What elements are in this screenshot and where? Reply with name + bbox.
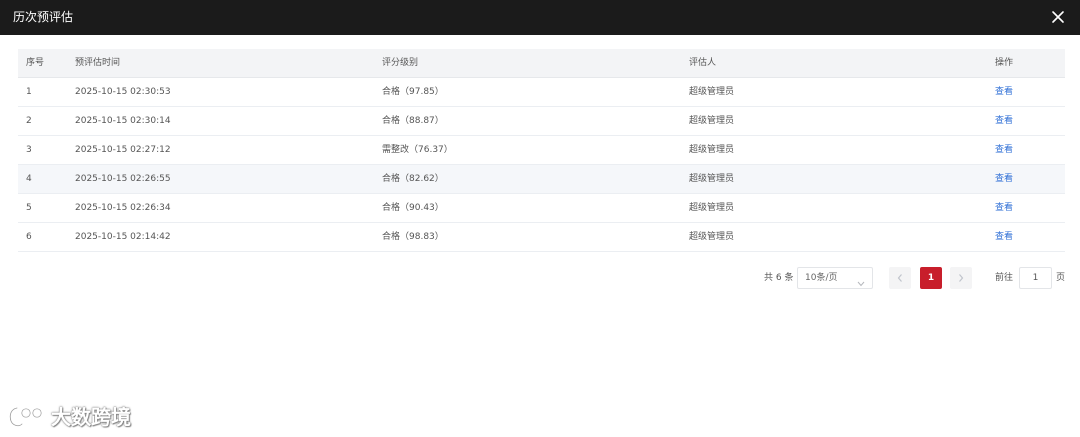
row-grade: 合格（97.85） [382, 87, 444, 97]
row-time: 2025-10-15 02:14:42 [75, 232, 171, 242]
chevron-down-icon [857, 275, 865, 295]
chevron-right-icon [959, 274, 964, 282]
row-time: 2025-10-15 02:30:14 [75, 116, 171, 126]
row-assessor: 超级管理员 [689, 203, 735, 213]
watermark-logo-icon [8, 406, 43, 427]
row-index: 3 [26, 145, 32, 155]
view-link[interactable]: 查看 [995, 165, 1013, 194]
table-header: 序号 预评估时间 评分级别 评估人 操作 [18, 49, 1065, 78]
watermark-text: 大数跨境 [51, 405, 131, 429]
next-page-button[interactable] [950, 267, 972, 289]
row-grade: 合格（90.43） [382, 203, 444, 213]
row-assessor: 超级管理员 [689, 174, 735, 184]
pagination: 共 6 条 10条/页 1 前往 页 [0, 266, 1080, 290]
row-index: 4 [26, 174, 32, 184]
close-icon[interactable] [1050, 9, 1066, 25]
column-header-time: 预评估时间 [75, 58, 121, 68]
row-time: 2025-10-15 02:27:12 [75, 145, 171, 155]
view-link[interactable]: 查看 [995, 194, 1013, 223]
row-assessor: 超级管理员 [689, 145, 735, 155]
row-grade: 合格（82.62） [382, 174, 444, 184]
row-time: 2025-10-15 02:26:34 [75, 203, 171, 213]
chevron-left-icon [897, 274, 902, 282]
column-header-action: 操作 [995, 58, 1014, 68]
row-time: 2025-10-15 02:26:55 [75, 174, 171, 184]
row-time: 2025-10-15 02:30:53 [75, 87, 171, 97]
row-grade: 合格（98.83） [382, 232, 444, 242]
column-header-index: 序号 [26, 58, 45, 68]
row-assessor: 超级管理员 [689, 116, 735, 126]
page-size-value: 10条/页 [805, 273, 838, 283]
table-row: 3 2025-10-15 02:27:12 需整改（76.37） 超级管理员 查… [18, 136, 1065, 165]
history-assessment-dialog: 历次预评估 序号 预评估时间 评分级别 评估人 操作 1 2025-10-15 … [0, 0, 1080, 437]
table-row: 5 2025-10-15 02:26:34 合格（90.43） 超级管理员 查看 [18, 194, 1065, 223]
column-header-grade: 评分级别 [382, 58, 419, 68]
view-link[interactable]: 查看 [995, 78, 1013, 107]
view-link[interactable]: 查看 [995, 136, 1013, 165]
page-size-select[interactable]: 10条/页 [797, 267, 873, 289]
row-index: 6 [26, 232, 32, 242]
table-row: 4 2025-10-15 02:26:55 合格（82.62） 超级管理员 查看 [18, 165, 1065, 194]
goto-label: 前往 [995, 273, 1014, 283]
goto-page-input[interactable] [1019, 267, 1052, 289]
dialog-title: 历次预评估 [13, 10, 74, 24]
table-row: 2 2025-10-15 02:30:14 合格（88.87） 超级管理员 查看 [18, 107, 1065, 136]
row-index: 1 [26, 87, 32, 97]
page-number-active[interactable]: 1 [920, 267, 942, 289]
table-row: 1 2025-10-15 02:30:53 合格（97.85） 超级管理员 查看 [18, 78, 1065, 107]
row-index: 5 [26, 203, 32, 213]
assessment-table: 序号 预评估时间 评分级别 评估人 操作 1 2025-10-15 02:30:… [18, 49, 1065, 252]
view-link[interactable]: 查看 [995, 223, 1013, 252]
total-count: 共 6 条 [764, 273, 794, 283]
row-assessor: 超级管理员 [689, 232, 735, 242]
column-header-assessor: 评估人 [689, 58, 717, 68]
goto-suffix: 页 [1056, 273, 1066, 283]
row-assessor: 超级管理员 [689, 87, 735, 97]
row-index: 2 [26, 116, 32, 126]
row-grade: 需整改（76.37） [382, 145, 453, 155]
table-row: 6 2025-10-15 02:14:42 合格（98.83） 超级管理员 查看 [18, 223, 1065, 252]
view-link[interactable]: 查看 [995, 107, 1013, 136]
dialog-header: 历次预评估 [0, 0, 1080, 35]
prev-page-button[interactable] [889, 267, 911, 289]
row-grade: 合格（88.87） [382, 116, 444, 126]
